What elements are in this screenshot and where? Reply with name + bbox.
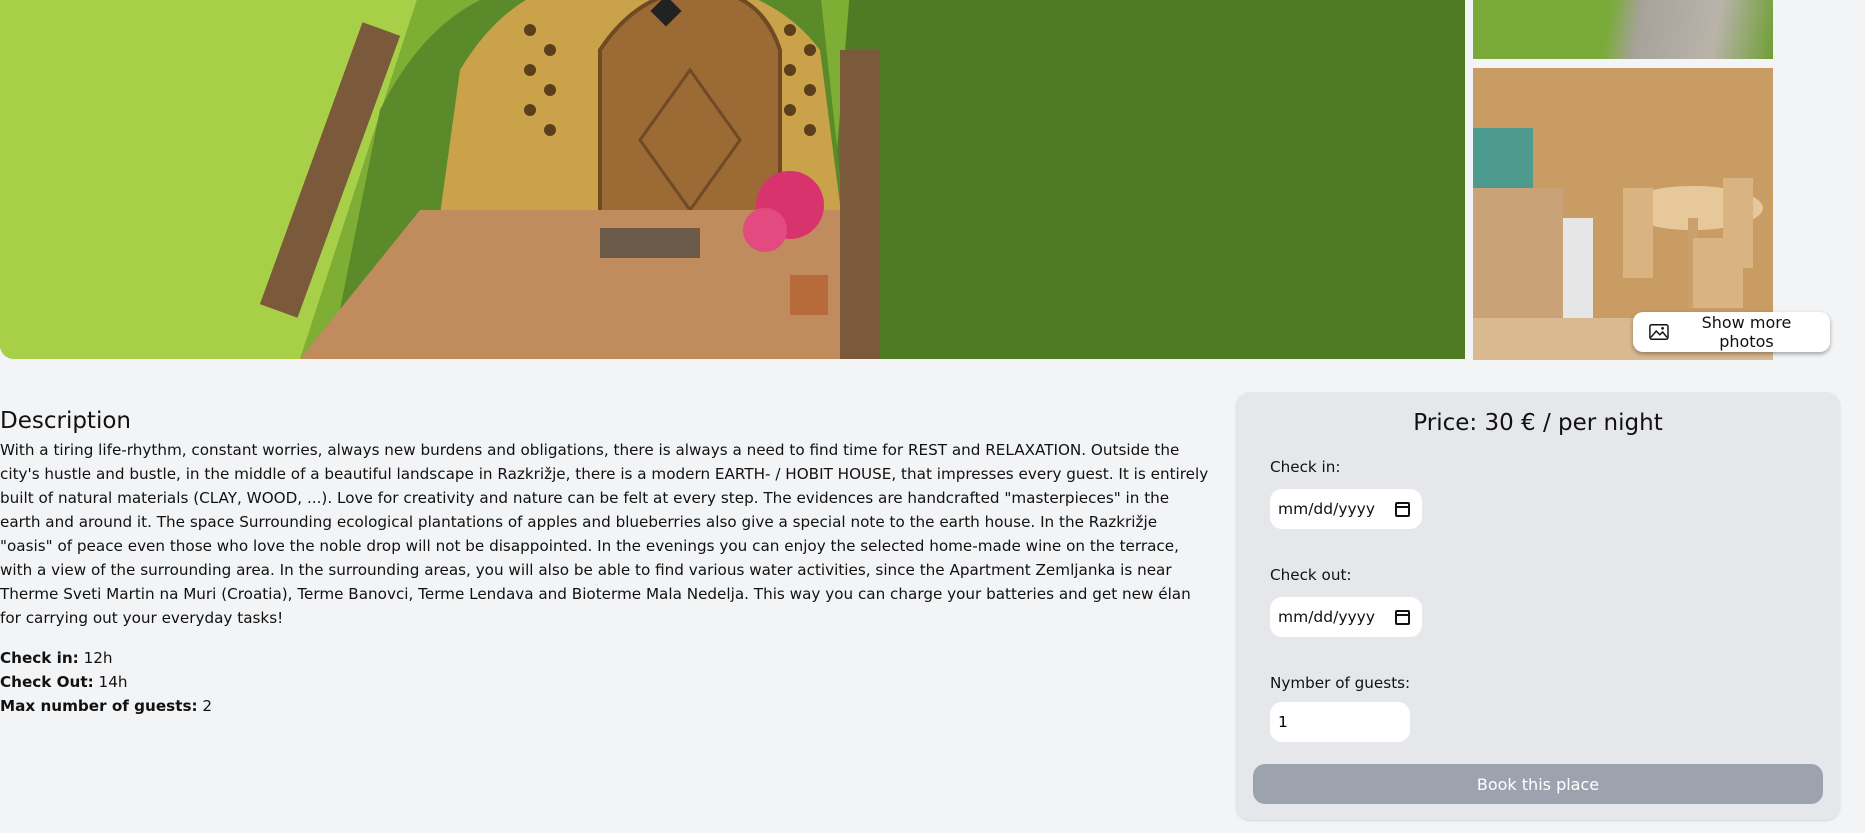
description-title: Description (0, 408, 131, 434)
property-facts: Check in: 12h Check Out: 14h Max number … (0, 646, 1210, 718)
hobbit-house-illustration (0, 0, 1465, 359)
calendar-icon[interactable] (1395, 609, 1410, 625)
fact-checkin-value: 12h (83, 649, 113, 667)
fact-checkin: Check in: 12h (0, 646, 1210, 670)
side-photo-path[interactable] (1473, 0, 1773, 59)
image-icon (1649, 324, 1669, 340)
description-section: Description With a tiring life-rhythm, c… (0, 408, 1210, 718)
show-more-photos-button[interactable]: Show more photos (1633, 312, 1830, 352)
checkin-date-input[interactable]: mm/dd/yyyy (1270, 489, 1422, 529)
checkin-date-placeholder: mm/dd/yyyy (1278, 500, 1376, 518)
book-this-place-button[interactable]: Book this place (1253, 764, 1823, 804)
fact-checkin-label: Check in: (0, 649, 79, 667)
guests-input[interactable] (1270, 702, 1410, 742)
main-photo[interactable] (0, 0, 1465, 359)
checkout-label: Check out: (1270, 566, 1352, 584)
show-more-label: Show more photos (1701, 313, 1792, 351)
description-text: With a tiring life-rhythm, constant worr… (0, 441, 1209, 627)
checkin-label: Check in: (1270, 458, 1341, 476)
photo-gallery: Show more photos (0, 0, 1865, 360)
fact-checkout-label: Check Out: (0, 673, 94, 691)
checkout-date-placeholder: mm/dd/yyyy (1278, 608, 1376, 626)
fact-checkout: Check Out: 14h (0, 670, 1210, 694)
fact-checkout-value: 14h (98, 673, 128, 691)
guests-label: Nymber of guests: (1270, 674, 1411, 692)
fact-max-guests: Max number of guests: 2 (0, 694, 1210, 718)
fact-max-guests-label: Max number of guests: (0, 697, 198, 715)
fact-max-guests-value: 2 (202, 697, 213, 715)
price-per-night: Price: 30 € / per night (1413, 410, 1663, 436)
booking-widget: Price: 30 € / per night Check in: mm/dd/… (1236, 392, 1840, 820)
checkout-date-input[interactable]: mm/dd/yyyy (1270, 597, 1422, 637)
calendar-icon[interactable] (1395, 501, 1410, 517)
